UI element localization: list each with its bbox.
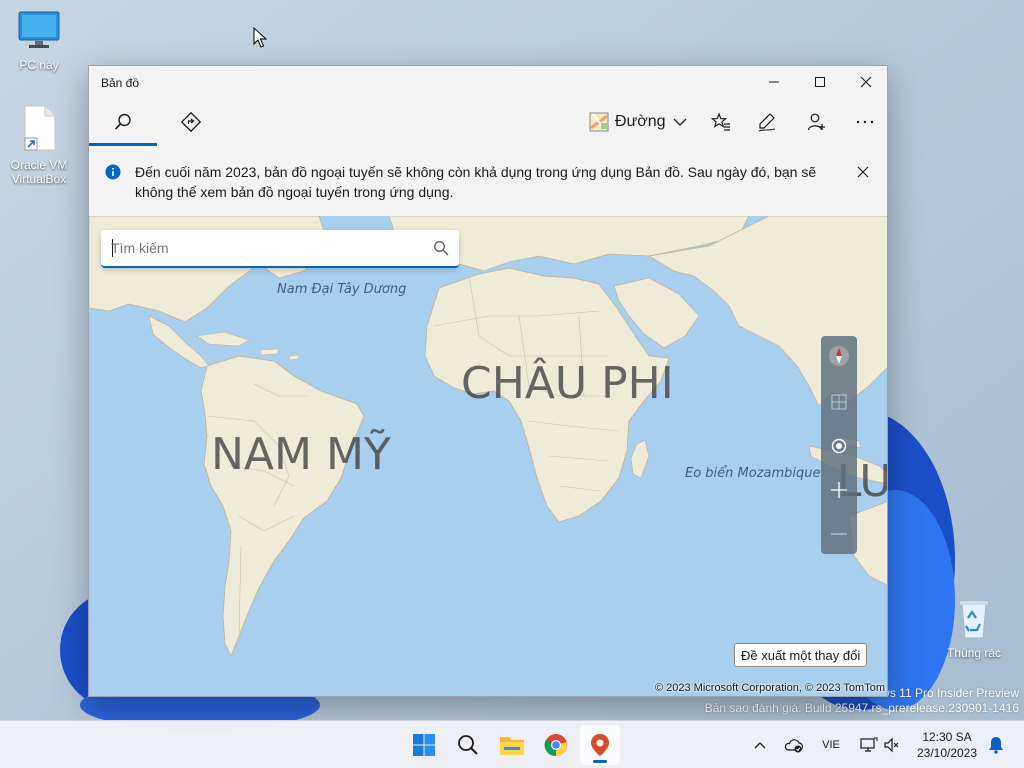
more-icon (856, 120, 874, 124)
watermark-line-2: Bản sao đánh giá. Build 25947.rs_prerele… (704, 701, 1019, 715)
taskbar-search-button[interactable] (448, 725, 488, 765)
account-button[interactable] (799, 106, 835, 138)
maps-window: Bản đồ Đường Đến cuối năm 2023, bản đồ n… (88, 65, 888, 697)
close-icon (857, 166, 869, 178)
maximize-icon (815, 77, 825, 87)
notification-bell-icon (989, 737, 1003, 754)
title-bar[interactable]: Bản đồ (89, 66, 887, 98)
label-mozambique-channel: Eo biển Mozambique (685, 466, 821, 481)
network-icon (860, 737, 878, 752)
info-icon (105, 164, 121, 180)
search-icon (458, 735, 478, 755)
tab-directions[interactable] (157, 98, 225, 146)
chevron-down-icon (673, 118, 687, 126)
chrome-icon (544, 734, 567, 757)
watermark-line-1: ws 11 Pro Insider Preview (881, 686, 1019, 700)
zoom-out-icon (831, 533, 847, 535)
label-south-america: NAM MỸ (211, 429, 391, 480)
compass-icon (829, 346, 849, 366)
maps-app-button[interactable] (580, 725, 620, 765)
zoom-in-button[interactable] (821, 472, 857, 508)
locate-me-button[interactable] (821, 428, 857, 464)
recycle-bin-icon (960, 601, 988, 639)
chevron-up-icon (754, 742, 766, 749)
mouse-cursor-icon (253, 27, 267, 48)
desktop-icon-label: PC này (19, 58, 59, 72)
app-toolbar: Đường (89, 98, 887, 146)
desktop-icon-label: Oracle VM VirtualBox (10, 158, 68, 186)
ink-button[interactable] (749, 106, 785, 138)
map-copyright: © 2023 Microsoft Corporation, © 2023 Tom… (654, 682, 885, 694)
more-options-button[interactable] (847, 106, 883, 138)
chrome-button[interactable] (536, 725, 576, 765)
label-africa: CHÂU PHI (461, 358, 674, 409)
file-shortcut-icon (24, 105, 56, 151)
search-box[interactable] (101, 230, 459, 268)
network-volume-tray-button[interactable] (856, 733, 904, 757)
desktop-icon-label: Thùng rác (946, 646, 1002, 660)
clock-date: 23/10/2023 (916, 746, 978, 760)
layers-button[interactable] (821, 384, 857, 420)
input-language-button[interactable]: VIE (816, 735, 846, 755)
world-map (89, 216, 887, 696)
system-clock[interactable]: 12:30 SA 23/10/2023 (912, 729, 982, 761)
map-controls (821, 336, 857, 554)
minimize-icon (769, 81, 779, 83)
road-map-icon (589, 112, 609, 132)
map-canvas[interactable]: Nam Đại Tây Dương CHÂU PHI NAM MỸ Eo biể… (89, 216, 887, 696)
taskbar: VIE 12:30 SA 23/10/2023 (0, 720, 1024, 768)
tab-search[interactable] (89, 98, 157, 146)
close-icon (860, 76, 872, 88)
account-icon (807, 113, 825, 131)
info-bar-message: Đến cuối năm 2023, bản đồ ngoại tuyến sẽ… (135, 164, 817, 200)
favorites-button[interactable] (703, 106, 739, 138)
onedrive-tray-button[interactable] (782, 735, 806, 755)
ink-pen-icon (758, 113, 776, 132)
label-atlantic-ocean: Nam Đại Tây Dương (277, 282, 407, 297)
minimize-button[interactable] (751, 66, 797, 98)
file-explorer-button[interactable] (492, 725, 532, 765)
start-button[interactable] (404, 725, 444, 765)
window-title: Bản đồ (101, 76, 140, 90)
desktop-icon-virtualbox[interactable]: Oracle VM VirtualBox (1, 104, 77, 186)
maps-icon (591, 734, 609, 756)
favorites-icon (711, 112, 730, 131)
speaker-muted-icon (884, 737, 899, 753)
search-input[interactable] (111, 238, 421, 258)
zoom-in-icon (831, 482, 847, 498)
computer-icon (18, 11, 60, 48)
map-style-dropdown[interactable]: Đường (585, 106, 692, 138)
close-button[interactable] (843, 66, 887, 98)
file-explorer-icon (500, 737, 524, 755)
suggest-change-button[interactable]: Đề xuất một thay đổi (734, 643, 868, 667)
maximize-button[interactable] (797, 66, 843, 98)
offline-maps-info-bar: Đến cuối năm 2023, bản đồ ngoại tuyến sẽ… (89, 146, 887, 216)
zoom-out-button[interactable] (821, 516, 857, 552)
desktop-icon-this-pc[interactable]: PC này (1, 10, 77, 72)
cloud-sync-icon (784, 739, 804, 753)
start-icon (413, 734, 435, 756)
notifications-button[interactable] (986, 735, 1006, 755)
search-icon[interactable] (433, 240, 449, 256)
locate-me-icon (831, 438, 847, 454)
search-icon (114, 113, 131, 130)
dismiss-info-button[interactable] (851, 160, 875, 184)
show-hidden-icons-button[interactable] (750, 735, 770, 755)
map-style-label: Đường (615, 113, 666, 130)
compass-button[interactable] (821, 338, 857, 374)
desktop-icon-recycle-bin[interactable]: Thùng rác (936, 596, 1012, 660)
directions-icon (181, 112, 201, 132)
clock-time: 12:30 SA (922, 730, 972, 744)
layers-icon (831, 394, 847, 410)
